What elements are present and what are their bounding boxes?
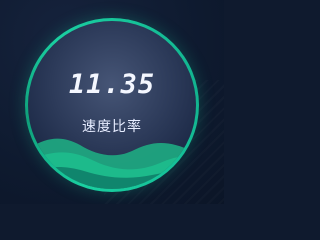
gauge-value: 11.35 — [68, 69, 156, 100]
speed-ratio-gauge: 11.35 速度比率 — [25, 18, 199, 192]
gauge-face: 11.35 速度比率 — [28, 21, 196, 189]
wave-decoration — [28, 138, 196, 189]
dashboard-panel: 11.35 速度比率 — [0, 0, 224, 204]
